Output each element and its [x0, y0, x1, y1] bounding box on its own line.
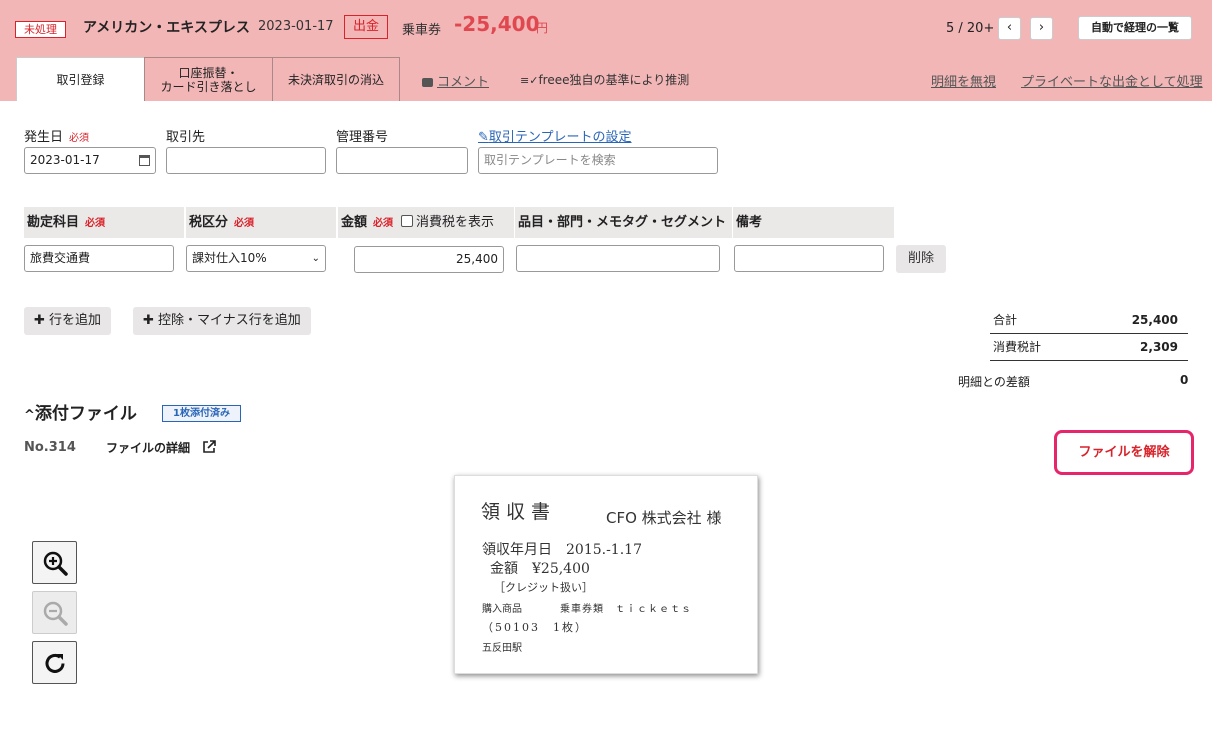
estimate-note: ≡✓freee独自の基準により推測: [520, 71, 689, 88]
add-row-button[interactable]: ✚ 行を追加: [24, 307, 112, 335]
note-field[interactable]: [734, 245, 884, 272]
receipt-image: 領収書 CFO 株式会社 様 領収年月日 2015.-1.17 金額 ¥25,4…: [454, 475, 758, 674]
edit-icon: ✎: [478, 130, 489, 145]
tab-settlement[interactable]: 未決済取引の消込: [272, 57, 400, 101]
auto-accounting-list-button[interactable]: 自動で経理の一覧: [1078, 16, 1192, 40]
external-link-icon: [203, 440, 217, 453]
template-settings-link[interactable]: ✎取引テンプレートの設定: [478, 126, 632, 145]
date-label: 発生日 必須: [24, 130, 90, 145]
receipt-credit-note: ［クレジット扱い］: [494, 581, 593, 594]
zoom-out-icon: [43, 601, 68, 626]
transaction-type-badge: 出金: [344, 15, 388, 39]
receipt-amount: 金額 ¥25,400: [490, 561, 590, 577]
receipt-title: 領収書: [481, 501, 557, 523]
status-badge: 未処理: [15, 21, 66, 38]
currency-unit: 円: [536, 21, 549, 35]
note-header: 備考: [733, 207, 894, 238]
transaction-header: 未処理 アメリカン・エキスプレス 2023-01-17 出金 乗車券 -25,4…: [0, 0, 1212, 101]
account-field[interactable]: 旅費交通費: [24, 245, 174, 272]
total-row: 合計 25,400: [990, 307, 1188, 334]
tax-header: 税区分 必須: [186, 207, 336, 238]
sort-check-icon: ≡✓: [520, 74, 539, 87]
account-header: 勘定科目 必須: [24, 207, 184, 238]
attachment-count-badge: 1枚添付済み: [162, 405, 241, 422]
tab-register[interactable]: 取引登録: [16, 57, 145, 101]
chevron-right-icon: ›: [1038, 20, 1045, 35]
tags-header: 品目・部門・メモタグ・セグメント: [515, 207, 732, 238]
receipt-goods-label: 購入商品: [482, 604, 522, 615]
chevron-up-icon: ^: [24, 408, 35, 423]
amount-field[interactable]: 25,400: [354, 246, 504, 273]
unlink-file-button[interactable]: ファイルを解除: [1054, 430, 1194, 475]
comment-link-label: コメント: [437, 75, 490, 90]
vendor-name: アメリカン・エキスプレス: [83, 20, 250, 36]
comment-link[interactable]: コメント: [422, 71, 489, 90]
comment-icon: [422, 78, 433, 87]
tags-field[interactable]: [516, 245, 720, 272]
file-detail-link[interactable]: ファイルの詳細: [106, 439, 217, 456]
zoom-in-icon: [43, 551, 68, 576]
amount-header: 金額 必須 消費税を表示: [338, 207, 514, 238]
add-minus-row-button[interactable]: ✚ 控除・マイナス行を追加: [133, 307, 311, 335]
calendar-icon: [139, 155, 150, 166]
difference-value: 0: [1180, 373, 1189, 387]
tab-label: 口座振替・ カード引き落とし: [160, 65, 257, 94]
difference-label: 明細との差額: [958, 375, 1030, 389]
plus-icon: ✚: [143, 313, 154, 328]
zoom-out-button[interactable]: [32, 591, 77, 634]
transaction-date: 2023-01-17: [258, 19, 334, 34]
partner-field[interactable]: [166, 147, 326, 174]
ignore-statement-link[interactable]: 明細を無視: [931, 71, 996, 90]
receipt-date: 領収年月日 2015.-1.17: [482, 542, 642, 558]
tab-label: 取引登録: [56, 72, 105, 87]
prev-button[interactable]: ‹: [998, 17, 1021, 40]
show-tax-checkbox[interactable]: [401, 215, 414, 227]
attachment-section-toggle[interactable]: ^添付ファイル: [24, 399, 137, 424]
tax-select[interactable]: 課対仕入10% ⌄: [186, 245, 326, 272]
receipt-recipient: CFO 株式会社 様: [606, 509, 722, 527]
rotate-icon: [45, 653, 65, 673]
estimate-label: freee独自の基準により推測: [538, 73, 690, 87]
template-search-input[interactable]: 取引テンプレートを検索: [478, 147, 718, 174]
tab-label: 未決済取引の消込: [287, 72, 384, 87]
receipt-goods-value: 乗車券類 ｔｉｃｋｅｔｓ: [560, 604, 692, 615]
transaction-description: 乗車券: [402, 23, 442, 38]
date-field[interactable]: 2023-01-17: [24, 147, 156, 174]
partner-label: 取引先: [166, 130, 206, 145]
receipt-station: 五反田駅: [482, 643, 522, 654]
transaction-amount: -25,400: [454, 12, 540, 36]
chevron-down-icon: ⌄: [311, 253, 320, 264]
pager-count: 5 / 20+: [946, 21, 995, 36]
tab-transfer[interactable]: 口座振替・ カード引き落とし: [144, 57, 273, 101]
delete-row-button[interactable]: 削除: [896, 245, 946, 273]
tax-total-row: 消費税計 2,309: [990, 334, 1188, 361]
next-button[interactable]: ›: [1030, 17, 1053, 40]
management-number-label: 管理番号: [336, 130, 389, 145]
plus-icon: ✚: [34, 313, 45, 328]
private-expense-link[interactable]: プライベートな出金として処理: [1021, 71, 1203, 90]
chevron-left-icon: ‹: [1006, 20, 1013, 35]
file-number: No.314: [24, 440, 76, 455]
show-tax-label: 消費税を表示: [416, 215, 495, 230]
zoom-in-button[interactable]: [32, 541, 77, 584]
management-number-field[interactable]: [336, 147, 468, 174]
receipt-count: （50103 1枚）: [482, 621, 588, 634]
rotate-button[interactable]: [32, 641, 77, 684]
